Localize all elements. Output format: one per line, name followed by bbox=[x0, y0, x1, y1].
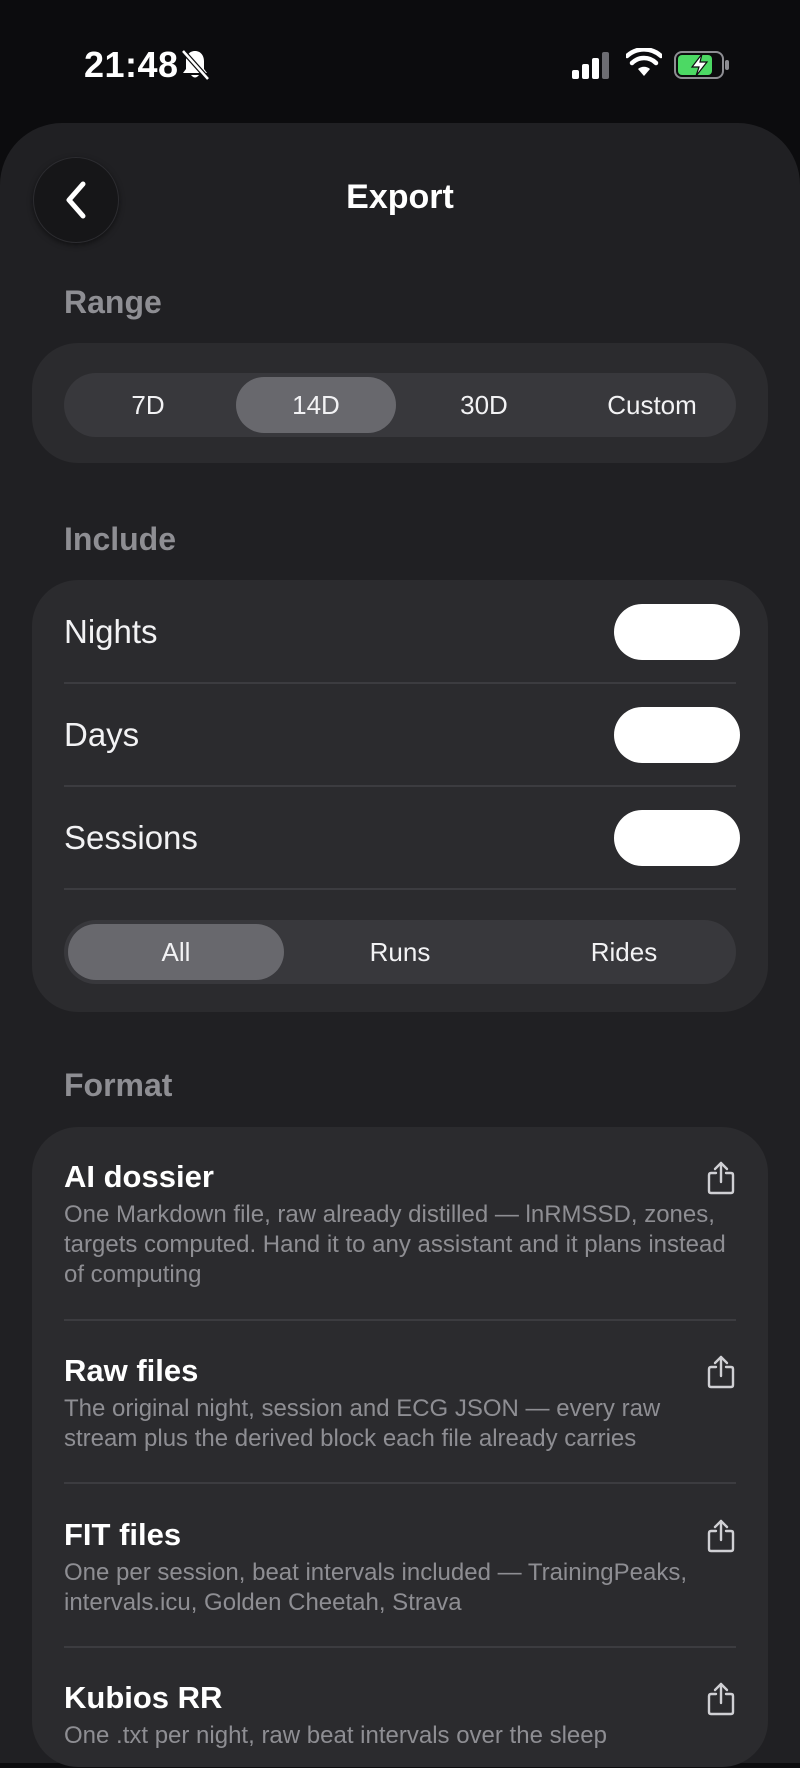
range-option-custom[interactable]: Custom bbox=[572, 377, 732, 433]
wifi-icon bbox=[626, 48, 662, 76]
bell-slash-icon bbox=[181, 49, 210, 81]
toggle-label-nights: Nights bbox=[64, 612, 158, 650]
range-option-30d[interactable]: 30D bbox=[404, 377, 564, 433]
format-item-title: FIT files bbox=[64, 1517, 182, 1552]
filter-option-rides[interactable]: Rides bbox=[516, 924, 732, 980]
share-icon[interactable] bbox=[706, 1519, 736, 1553]
format-item-title: AI dossier bbox=[64, 1159, 214, 1194]
range-segmented-control: 7D 14D 30D Custom bbox=[64, 373, 736, 437]
days-toggle[interactable] bbox=[614, 706, 740, 763]
toggle-label-days: Days bbox=[64, 715, 140, 753]
include-section-label: Include bbox=[64, 521, 177, 557]
page-title: Export bbox=[346, 178, 454, 216]
status-bar: 21:48 bbox=[0, 0, 800, 125]
filter-option-runs[interactable]: Runs bbox=[292, 924, 508, 980]
toggle-row-sessions: Sessions bbox=[64, 787, 740, 890]
range-option-14d[interactable]: 14D bbox=[236, 377, 396, 433]
format-item-raw-files[interactable]: Raw files The original night, session an… bbox=[64, 1321, 736, 1484]
format-item-kubios-rr[interactable]: Kubios RR One .txt per night, raw beat i… bbox=[64, 1648, 736, 1768]
share-icon[interactable] bbox=[706, 1682, 736, 1716]
session-filter-segmented-control: All Runs Rides bbox=[64, 920, 736, 984]
format-item-description: One Markdown file, raw already distilled… bbox=[64, 1201, 726, 1288]
filter-option-all[interactable]: All bbox=[68, 924, 284, 980]
share-icon[interactable] bbox=[706, 1161, 736, 1195]
battery-charging-icon bbox=[674, 51, 729, 79]
range-option-7d[interactable]: 7D bbox=[68, 377, 228, 433]
range-section-label: Range bbox=[64, 284, 162, 320]
format-item-fit-files[interactable]: FIT files One per session, beat interval… bbox=[64, 1484, 736, 1648]
toggle-label-sessions: Sessions bbox=[64, 818, 198, 856]
format-item-description: The original night, session and ECG JSON… bbox=[64, 1395, 661, 1452]
toggle-row-nights: Nights bbox=[64, 581, 740, 684]
status-time: 21:48 bbox=[84, 44, 179, 85]
format-item-description: One .txt per night, raw beat intervals o… bbox=[64, 1722, 607, 1749]
sessions-toggle[interactable] bbox=[614, 809, 740, 866]
format-item-title: Kubios RR bbox=[64, 1680, 223, 1715]
format-item-title: Raw files bbox=[64, 1353, 199, 1388]
toggle-row-days: Days bbox=[64, 684, 740, 787]
share-icon[interactable] bbox=[706, 1355, 736, 1389]
format-item-description: One per session, beat intervals included… bbox=[64, 1559, 688, 1616]
cellular-signal-icon bbox=[572, 52, 609, 79]
nights-toggle[interactable] bbox=[614, 603, 740, 660]
format-section-label: Format bbox=[64, 1067, 173, 1103]
format-item-ai-dossier[interactable]: AI dossier One Markdown file, raw alread… bbox=[64, 1127, 736, 1321]
